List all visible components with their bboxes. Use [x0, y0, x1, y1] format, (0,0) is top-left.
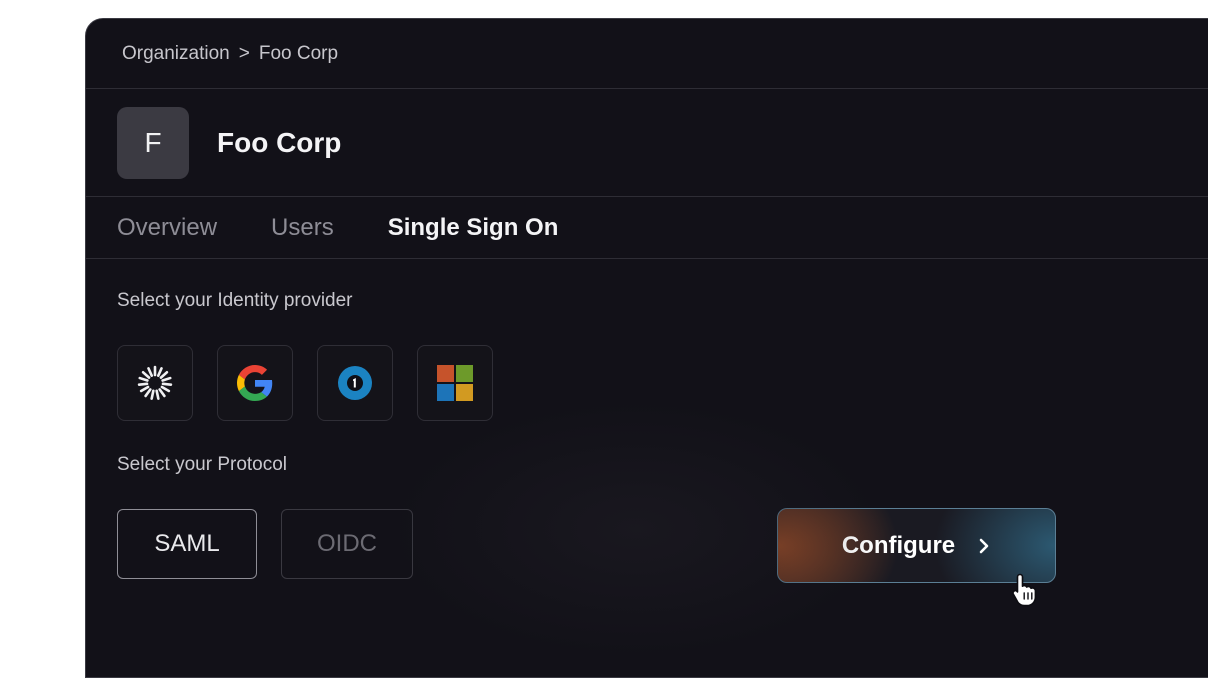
org-avatar: F	[117, 107, 189, 179]
tab-overview[interactable]: Overview	[117, 214, 217, 242]
org-avatar-letter: F	[144, 127, 162, 158]
configure-button-label: Configure	[841, 531, 956, 559]
microsoft-icon	[437, 365, 473, 401]
idp-okta-button[interactable]	[117, 345, 193, 421]
onelogin-icon	[338, 366, 372, 400]
hand-pointer-cursor-icon	[1012, 573, 1037, 607]
breadcrumb-current: Foo Corp	[258, 42, 339, 64]
idp-microsoft-button[interactable]	[417, 345, 493, 421]
idp-google-button[interactable]	[217, 345, 293, 421]
tab-users[interactable]: Users	[271, 214, 334, 242]
sso-settings-panel: Organization > Foo Corp F Foo Corp Overv…	[85, 18, 1208, 678]
protocol-options: SAML OIDC	[117, 509, 413, 579]
org-name: Foo Corp	[217, 127, 342, 158]
tab-single-sign-on[interactable]: Single Sign On	[388, 214, 559, 242]
google-icon	[237, 365, 273, 401]
breadcrumb-separator: >	[238, 42, 250, 64]
protocol-label: Select your Protocol	[117, 454, 288, 475]
idp-onelogin-button[interactable]	[317, 345, 393, 421]
protocol-oidc-button[interactable]: OIDC	[281, 509, 413, 579]
breadcrumb-organization-link[interactable]: Organization	[122, 43, 230, 65]
identity-provider-list	[117, 345, 493, 421]
tab-bar: Overview Users Single Sign On	[86, 198, 1208, 259]
okta-icon	[137, 365, 173, 400]
org-header: F Foo Corp	[86, 90, 1208, 197]
identity-provider-label: Select your Identity provider	[117, 290, 353, 311]
protocol-saml-button[interactable]: SAML	[117, 509, 257, 579]
chevron-right-icon	[977, 537, 991, 555]
breadcrumb: Organization > Foo Corp	[86, 19, 1208, 89]
